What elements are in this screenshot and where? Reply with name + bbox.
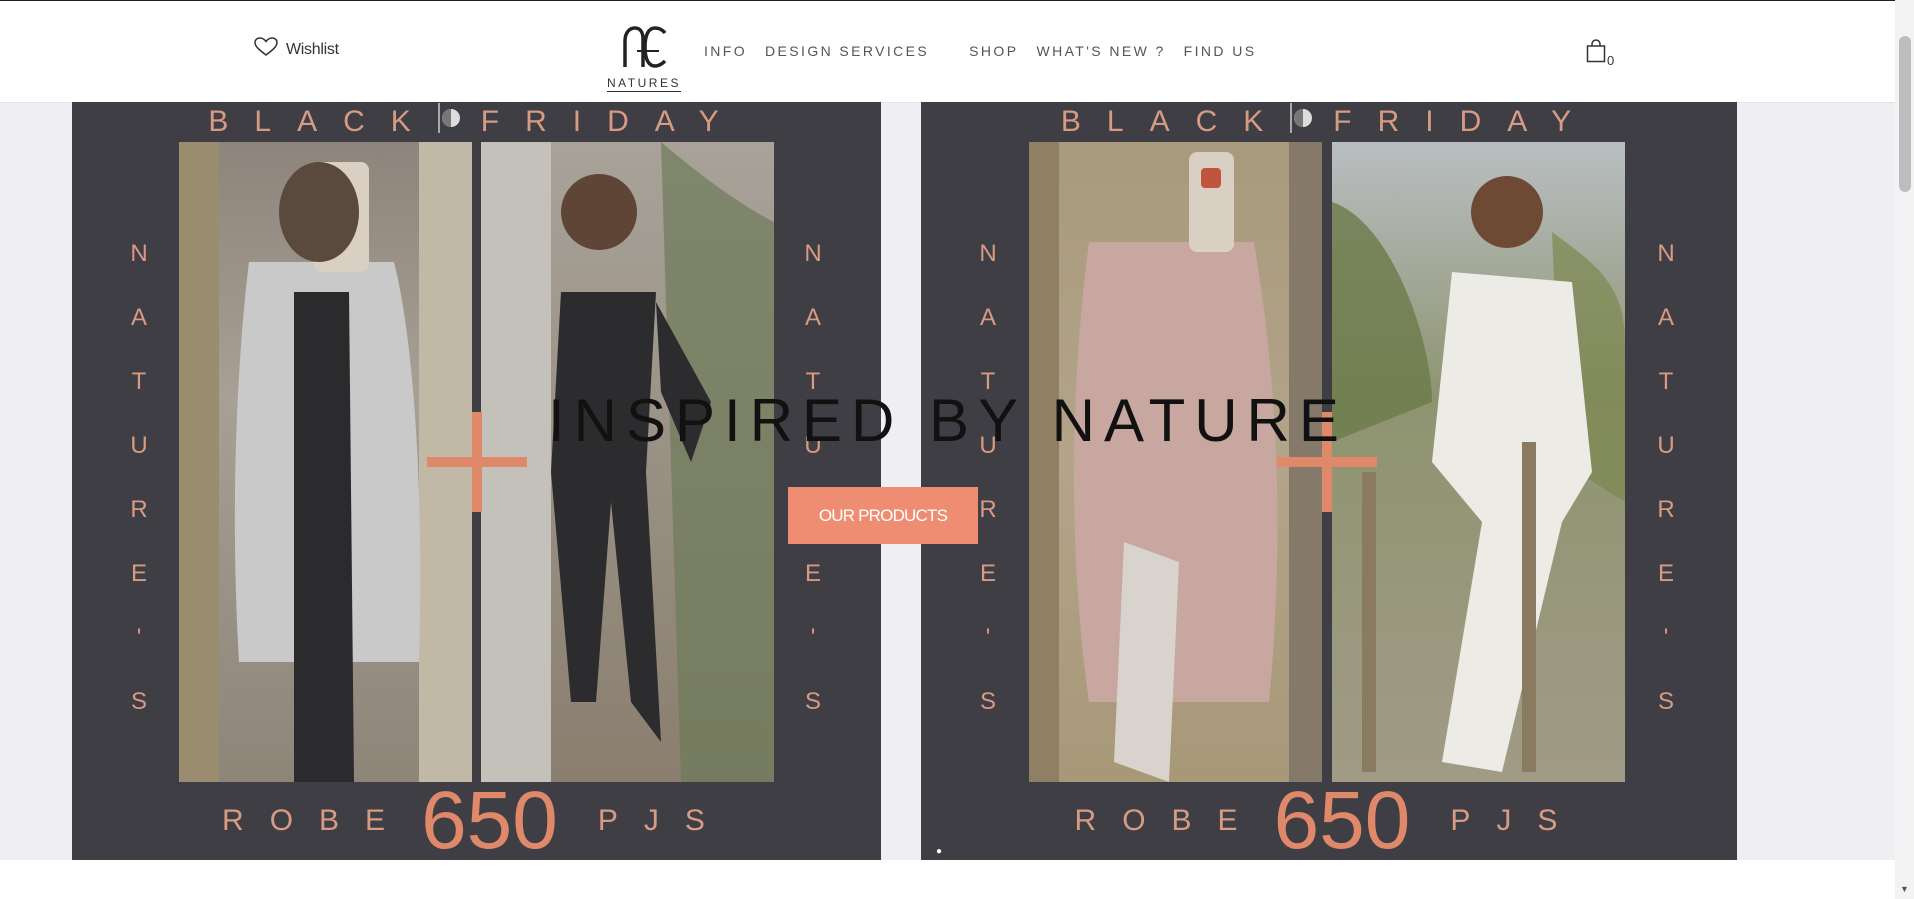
cart-button[interactable]: 0 — [1586, 39, 1614, 68]
nav-info[interactable]: INFO — [704, 43, 747, 59]
nav-shop[interactable]: SHOP — [969, 43, 1018, 59]
our-products-button[interactable]: OUR PRODUCTS — [788, 487, 978, 544]
plus-sign-h — [427, 457, 527, 467]
banner-friday: FRIDAY — [1333, 105, 1598, 138]
main-nav: INFO DESIGN SERVICES SHOP WHAT'S NEW ? F… — [704, 43, 1274, 59]
plus-sign-h — [1277, 457, 1377, 467]
price-value: 650 — [421, 775, 558, 861]
scroll-down-icon[interactable]: ▼ — [1900, 884, 1909, 894]
price-value: 650 — [1273, 775, 1411, 861]
black-friday-banner: BLACK FRIDAY — [921, 102, 1737, 142]
pjs-label: PJS — [1450, 804, 1584, 837]
user-icon: ● — [936, 846, 943, 857]
banner-black: BLACK — [208, 105, 437, 138]
banner-black: BLACK — [1060, 105, 1290, 138]
cart-count: 0 — [1607, 53, 1615, 68]
logo-text: NATURES — [607, 76, 681, 92]
promo-image-right[interactable]: BLACK FRIDAY N A T U R E ' S N A T U R E ' S — [921, 102, 1737, 860]
natures-logo[interactable]: NATURES — [606, 25, 682, 92]
black-friday-banner: BLACK FRIDAY — [72, 102, 881, 142]
scrollbar-thumb[interactable] — [1899, 36, 1911, 192]
banner-friday: FRIDAY — [480, 105, 745, 138]
wishlist-link[interactable]: Wishlist — [254, 37, 339, 62]
price-row: ROBE 650 PJS — [72, 775, 881, 861]
side-text-right: NATURE'S — [1657, 240, 1675, 715]
robe-label: ROBE — [1074, 804, 1264, 837]
side-text-right: NATURE'S — [804, 240, 822, 715]
half-circle-icon — [437, 103, 481, 141]
site-header: Wishlist NATURES INFO DESIGN SERVICES SH… — [0, 1, 1895, 103]
pjs-label: PJS — [597, 804, 731, 837]
logo-mark — [623, 26, 667, 68]
nav-find-us[interactable]: FIND US — [1184, 43, 1257, 59]
wishlist-label: Wishlist — [286, 40, 339, 58]
robe-label: ROBE — [222, 804, 412, 837]
hero-title: INSPIRED BY NATURE — [548, 387, 1348, 454]
half-circle-icon — [1289, 103, 1333, 141]
promo-image-left[interactable]: BLACK FRIDAY NATURE'S NATURE'S — [72, 102, 881, 860]
shopping-bag-icon — [1586, 39, 1606, 68]
side-text-left: N A T U R E ' S — [979, 240, 997, 715]
heart-icon — [254, 37, 278, 62]
nav-design-services[interactable]: DESIGN SERVICES — [765, 43, 929, 59]
nav-whats-new[interactable]: WHAT'S NEW ? — [1036, 43, 1165, 59]
price-row: ROBE 650 PJS — [921, 775, 1737, 861]
side-text-left: N A T U R E ' S — [130, 240, 148, 715]
page-bottom — [0, 860, 1895, 899]
